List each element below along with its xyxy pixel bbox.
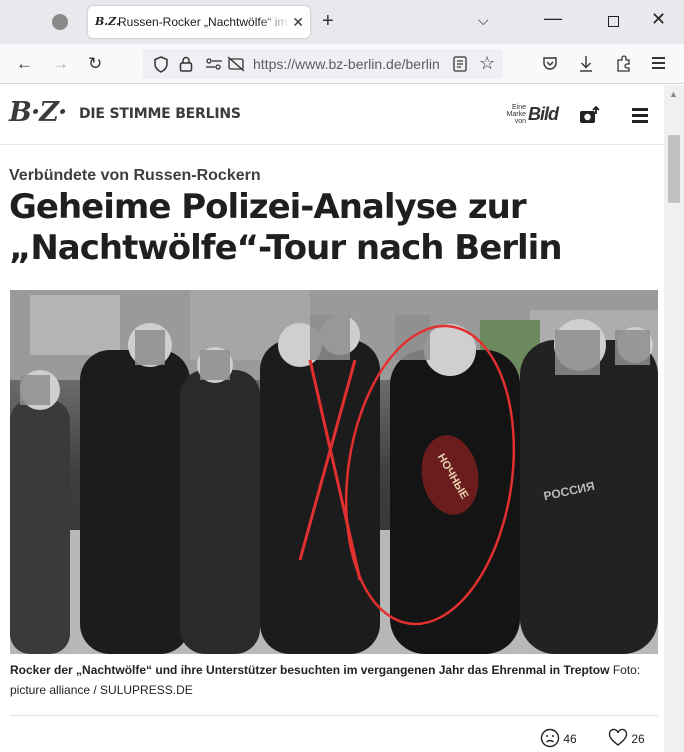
article-photo[interactable]: НОЧНЫЕ РОССИЯ [10, 290, 658, 654]
brand-prefix: Eine Marke von [496, 104, 526, 125]
permissions-icon[interactable] [205, 58, 223, 70]
tab-close-icon[interactable]: ✕ [292, 13, 304, 31]
brand-prefix-line: von [514, 118, 526, 125]
photo-illustration: НОЧНЫЕ РОССИЯ [10, 290, 658, 654]
photo-caption: Rocker der „Nachtwölfe“ und ihre Unterst… [10, 660, 650, 700]
divider [10, 715, 658, 716]
shield-icon[interactable] [153, 56, 169, 73]
pocket-icon[interactable] [542, 56, 558, 72]
browser-window: B.Z. Russen-Rocker „Nachtwölfe“ im ✕ + ⌵… [0, 0, 684, 752]
minimize-icon[interactable]: — [544, 8, 562, 29]
credit-label: Foto: [612, 663, 641, 677]
page-scrollbar[interactable]: ▲ [664, 85, 684, 752]
sad-reaction-button[interactable]: 46 [540, 728, 577, 748]
previous-tab-favicon-icon[interactable] [52, 14, 68, 30]
maximize-icon[interactable] [608, 16, 619, 27]
bz-favicon-icon: B.Z. [95, 15, 120, 28]
article-kicker: Verbündete von Russen-Rockern [9, 167, 261, 184]
url-bar[interactable]: https://www.bz-berlin.de/berlin ☆ [143, 49, 503, 79]
sad-face-icon [540, 728, 560, 748]
lock-icon[interactable] [179, 56, 193, 72]
site-menu-icon[interactable] [632, 108, 648, 123]
active-tab[interactable]: B.Z. Russen-Rocker „Nachtwölfe“ im ✕ [88, 6, 310, 38]
reader-view-icon[interactable] [453, 56, 467, 72]
camera-upload-icon[interactable] [579, 106, 601, 124]
tab-list-chevron-icon[interactable]: ⌵ [478, 12, 489, 29]
extensions-icon[interactable] [615, 55, 632, 72]
tab-bar: B.Z. Russen-Rocker „Nachtwölfe“ im ✕ + ⌵… [0, 0, 684, 44]
tracking-blocked-icon[interactable] [227, 56, 245, 72]
page-content: B·Z· DIE STIMME BERLINS Eine Marke von B… [0, 85, 664, 752]
forward-icon[interactable]: → [52, 54, 69, 74]
scroll-up-arrow-icon[interactable]: ▲ [669, 89, 678, 99]
site-slogan: DIE STIMME BERLINS [79, 106, 241, 122]
scroll-thumb[interactable] [668, 135, 680, 203]
photo-credit: picture alliance / SULUPRESS.DE [10, 683, 193, 697]
app-menu-icon[interactable] [652, 57, 665, 71]
like-reaction-button[interactable]: 26 [608, 728, 645, 748]
url-text[interactable]: https://www.bz-berlin.de/berlin [253, 56, 443, 72]
close-window-icon[interactable]: ✕ [651, 9, 666, 30]
bz-logo[interactable]: B·Z· [9, 97, 67, 129]
brand-prefix-line: Marke [506, 111, 526, 118]
downloads-icon[interactable] [578, 55, 594, 73]
new-tab-icon[interactable]: + [322, 10, 334, 32]
back-icon[interactable]: ← [16, 54, 33, 74]
like-count: 26 [631, 732, 645, 746]
bookmark-star-icon[interactable]: ☆ [479, 53, 495, 73]
brand-prefix-line: Eine [511, 104, 526, 111]
sad-count: 46 [563, 732, 577, 746]
tab-title: Russen-Rocker „Nachtwölfe“ im [118, 15, 288, 29]
reload-icon[interactable]: ↻ [88, 54, 102, 74]
bild-logo[interactable]: Bild [528, 103, 559, 125]
heart-icon [608, 728, 628, 746]
nav-bar: ← → ↻ https://www.bz-berlin.de/berlin ☆ [0, 44, 684, 84]
caption-text: Rocker der „Nachtwölfe“ und ihre Unterst… [10, 663, 610, 677]
site-header: B·Z· DIE STIMME BERLINS Eine Marke von B… [0, 85, 664, 145]
article-headline: Geheime Polizei-Analyse zur „Nachtwölfe“… [9, 187, 563, 268]
